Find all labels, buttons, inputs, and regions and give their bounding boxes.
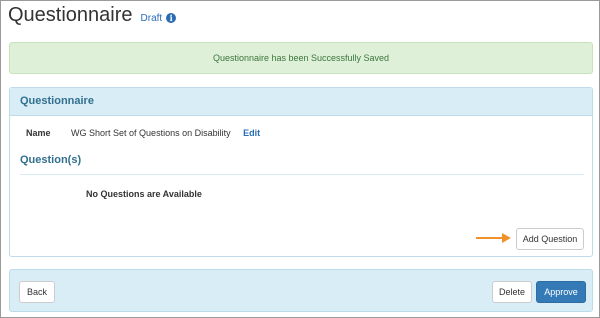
footer-action-bar: Back Delete Approve bbox=[9, 269, 593, 312]
edit-link[interactable]: Edit bbox=[243, 128, 260, 138]
page-title: Questionnaire bbox=[8, 4, 133, 26]
status-draft-link[interactable]: Draft bbox=[141, 13, 163, 24]
back-button[interactable]: Back bbox=[19, 281, 55, 303]
panel-heading: Questionnaire bbox=[10, 88, 592, 116]
page-header: Questionnaire Draft i bbox=[8, 4, 177, 27]
approve-button[interactable]: Approve bbox=[536, 281, 586, 303]
name-label: Name bbox=[26, 128, 51, 138]
success-alert: Questionnaire has been Successfully Save… bbox=[9, 42, 593, 74]
questionnaire-panel: Questionnaire Name WG Short Set of Quest… bbox=[9, 87, 593, 257]
add-question-button[interactable]: Add Question bbox=[516, 228, 584, 250]
name-row: Name WG Short Set of Questions on Disabi… bbox=[26, 128, 260, 138]
empty-questions-message: No Questions are Available bbox=[86, 189, 202, 199]
name-value: WG Short Set of Questions on Disability bbox=[71, 128, 231, 138]
delete-button[interactable]: Delete bbox=[492, 281, 532, 303]
info-icon[interactable]: i bbox=[166, 13, 177, 23]
arrow-right-icon bbox=[476, 233, 511, 243]
questions-heading: Question(s) bbox=[20, 154, 584, 175]
